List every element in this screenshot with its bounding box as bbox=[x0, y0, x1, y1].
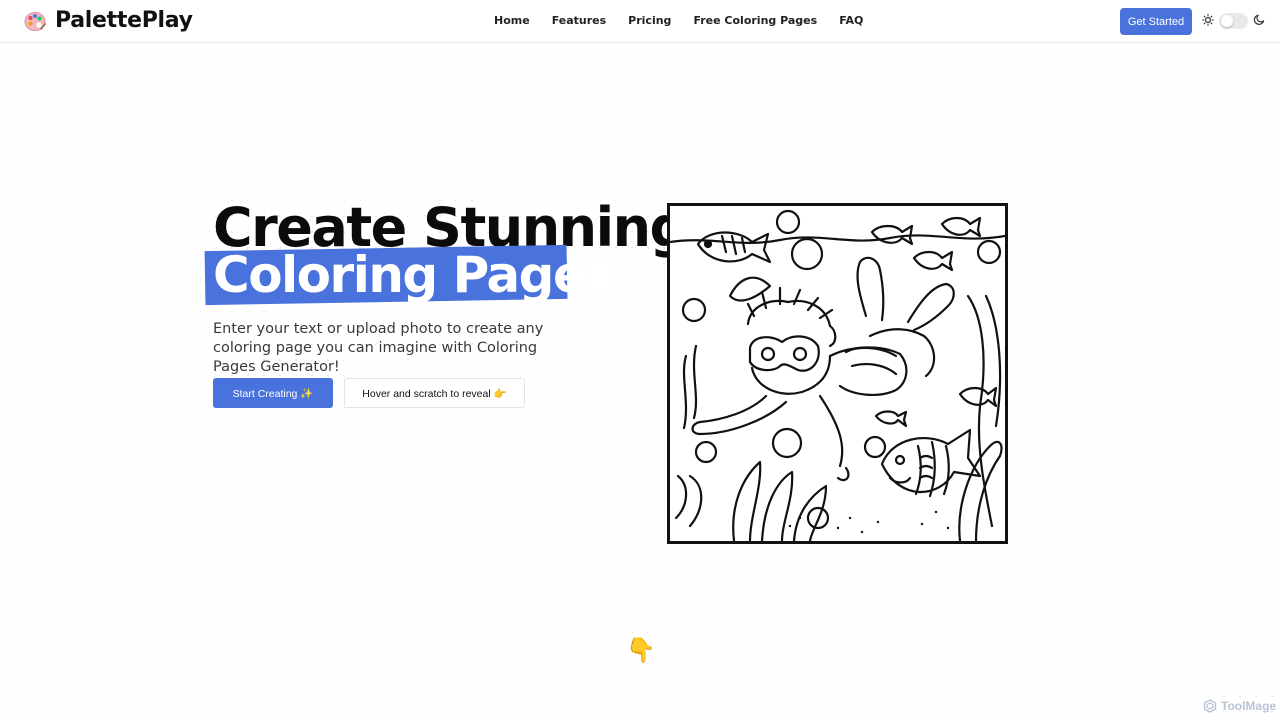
nav-free-coloring-pages[interactable]: Free Coloring Pages bbox=[693, 14, 817, 27]
nav-home[interactable]: Home bbox=[494, 14, 530, 27]
brand[interactable]: PalettePlay bbox=[24, 8, 193, 33]
moon-icon bbox=[1253, 14, 1265, 25]
brand-name: PalettePlay bbox=[55, 8, 193, 33]
sun-icon bbox=[1202, 14, 1214, 26]
toolmage-logo-icon bbox=[1203, 699, 1217, 713]
hero-title-line-2: Coloring Pages bbox=[213, 246, 615, 304]
watermark-text: ToolMage bbox=[1221, 699, 1277, 713]
nav-faq[interactable]: FAQ bbox=[839, 14, 863, 27]
scratch-reveal-button[interactable]: Hover and scratch to reveal 👉 bbox=[344, 378, 525, 408]
theme-toggle-knob bbox=[1221, 15, 1233, 27]
watermark: ToolMage bbox=[1203, 699, 1276, 713]
main-nav: Home Features Pricing Free Coloring Page… bbox=[494, 14, 885, 27]
nav-pricing[interactable]: Pricing bbox=[628, 14, 671, 27]
underwater-diver-illustration bbox=[668, 209, 1007, 543]
hero-description: Enter your text or upload photo to creat… bbox=[213, 321, 544, 375]
palette-logo-icon bbox=[24, 11, 46, 31]
coloring-page-preview[interactable] bbox=[667, 203, 1008, 544]
theme-toggle[interactable] bbox=[1219, 13, 1248, 29]
nav-features[interactable]: Features bbox=[552, 14, 606, 27]
get-started-button[interactable]: Get Started bbox=[1120, 8, 1192, 35]
start-creating-button[interactable]: Start Creating ✨ bbox=[213, 378, 333, 408]
scroll-down-pointer-icon: 👇 bbox=[626, 636, 656, 664]
top-navbar: PalettePlay Home Features Pricing Free C… bbox=[0, 0, 1280, 43]
